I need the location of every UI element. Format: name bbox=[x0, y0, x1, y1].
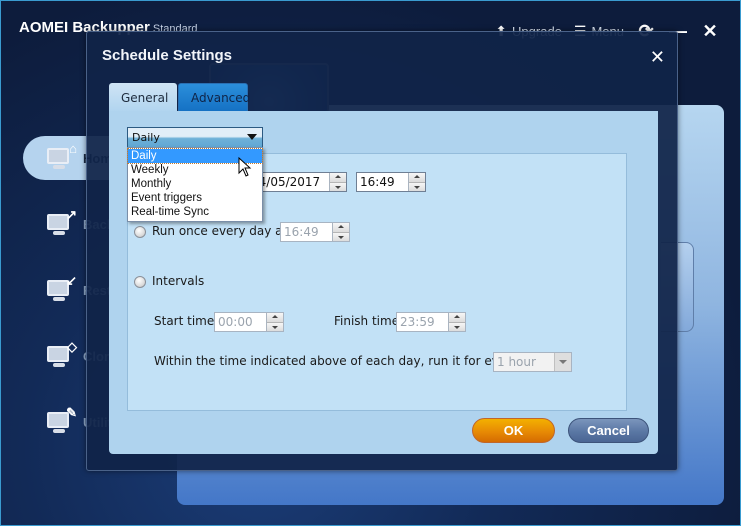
interval-finish-time-field[interactable]: 23:59 bbox=[396, 312, 466, 332]
chevron-down-icon bbox=[247, 134, 257, 140]
dropdown-option-monthly[interactable]: Monthly bbox=[128, 177, 262, 191]
spin-up-icon[interactable] bbox=[330, 173, 346, 183]
intervals-label: Intervals bbox=[152, 274, 205, 288]
start-time-field[interactable]: 16:49 bbox=[356, 172, 426, 192]
close-icon[interactable]: ✕ bbox=[700, 21, 720, 42]
spin-up-icon[interactable] bbox=[333, 223, 349, 233]
cancel-button[interactable]: Cancel bbox=[568, 418, 649, 443]
schedule-type-value: Daily bbox=[132, 131, 160, 144]
spin-up-icon[interactable] bbox=[267, 313, 283, 323]
interval-finish-time-stepper[interactable] bbox=[448, 313, 465, 331]
start-time-value: 16:49 bbox=[360, 175, 395, 189]
interval-start-time-field[interactable]: 00:00 bbox=[214, 312, 284, 332]
mouse-cursor-icon bbox=[238, 157, 252, 177]
dropdown-option-real-time-sync[interactable]: Real-time Sync bbox=[128, 205, 262, 219]
interval-start-time-label: Start time bbox=[154, 314, 215, 328]
dialog-title: Schedule Settings bbox=[102, 47, 233, 64]
clone-icon: ◇ bbox=[45, 339, 77, 370]
start-date-stepper[interactable] bbox=[329, 173, 346, 191]
interval-every-label: Within the time indicated above of each … bbox=[154, 354, 519, 368]
run-once-time-stepper[interactable] bbox=[332, 223, 349, 241]
tab-general[interactable]: General bbox=[109, 83, 177, 112]
run-once-time-value: 16:49 bbox=[284, 225, 319, 239]
spin-down-icon[interactable] bbox=[267, 322, 283, 331]
tab-advanced[interactable]: Advanced bbox=[178, 83, 250, 112]
spin-down-icon[interactable] bbox=[330, 182, 346, 191]
spin-up-icon[interactable] bbox=[449, 313, 465, 323]
spin-down-icon[interactable] bbox=[449, 322, 465, 331]
spin-up-icon[interactable] bbox=[409, 173, 425, 183]
interval-every-select[interactable]: 1 hour bbox=[493, 352, 572, 372]
spin-down-icon[interactable] bbox=[333, 232, 349, 241]
home-icon: ⌂ bbox=[45, 141, 77, 172]
schedule-settings-dialog: Schedule Settings ✕ General Advanced Dai… bbox=[86, 31, 678, 471]
interval-finish-time-label: Finish time bbox=[334, 314, 400, 328]
run-once-radio[interactable] bbox=[134, 226, 146, 238]
chevron-down-icon[interactable] bbox=[554, 353, 571, 371]
close-icon[interactable]: ✕ bbox=[650, 49, 665, 67]
start-time-stepper[interactable] bbox=[408, 173, 425, 191]
interval-finish-time-value: 23:59 bbox=[400, 315, 435, 329]
run-once-time-field[interactable]: 16:49 bbox=[280, 222, 350, 242]
intervals-radio[interactable] bbox=[134, 276, 146, 288]
run-once-label: Run once every day at bbox=[152, 224, 288, 238]
dropdown-option-event-triggers[interactable]: Event triggers bbox=[128, 191, 262, 205]
utilities-icon: ✎ bbox=[45, 405, 77, 436]
restore-icon: ↙ bbox=[45, 273, 77, 304]
interval-every-value: 1 hour bbox=[497, 355, 536, 369]
interval-start-time-value: 00:00 bbox=[218, 315, 253, 329]
interval-start-time-stepper[interactable] bbox=[266, 313, 283, 331]
spin-down-icon[interactable] bbox=[409, 182, 425, 191]
schedule-type-select[interactable]: Daily bbox=[127, 127, 263, 148]
ok-button[interactable]: OK bbox=[472, 418, 555, 443]
backup-icon: ↗ bbox=[45, 207, 77, 238]
